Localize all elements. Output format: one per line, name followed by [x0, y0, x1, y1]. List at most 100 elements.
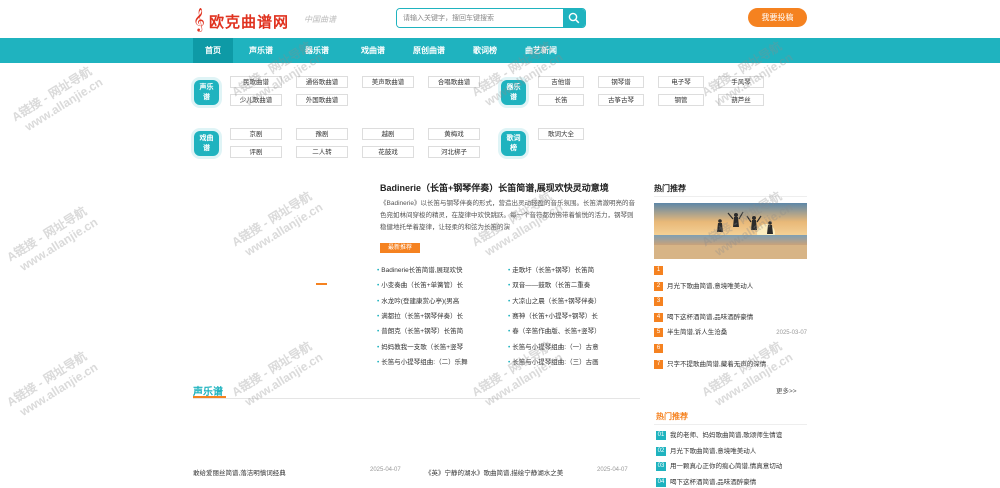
more-link[interactable]: 更多>>: [776, 385, 797, 395]
watermark-url: www.allanjie.cn: [17, 359, 101, 419]
watermark-text: A链接 - 网址导航: [229, 189, 315, 250]
hot2-item[interactable]: 04 喝下这杯酒简谱,品味酒醉豪情: [656, 477, 807, 488]
hot-item[interactable]: 1: [654, 266, 807, 276]
featured-list-text: 大凉山之晨（长笛+钢琴伴奏）: [512, 297, 601, 305]
featured-list-item[interactable]: • 长笛与小提琴组曲:（二）乐舞: [377, 358, 492, 368]
hot-item[interactable]: 5 半生简谱,诉人生沧桑 2025-03-07: [654, 328, 807, 338]
category-badge-vocal[interactable]: 声乐谱: [194, 80, 219, 105]
news-item[interactable]: 《英》宁静的湖水》歌曲简谱,描绘宁静湖水之美: [425, 467, 563, 477]
category-badge-opera[interactable]: 戏曲谱: [194, 131, 219, 156]
category-tag[interactable]: 评剧: [230, 146, 282, 158]
section-underline: [193, 396, 226, 398]
category-badge-instrumental[interactable]: 器乐谱: [501, 80, 526, 105]
nav-item[interactable]: 首页: [193, 38, 233, 63]
featured-list-item[interactable]: • 春（辛笛作曲版、长笛+竖琴）: [508, 327, 623, 337]
hot-item[interactable]: 7 只字不提歌曲简谱,藏着无声的深情: [654, 359, 807, 370]
nav-item[interactable]: 歌词榜: [457, 38, 513, 63]
category-tag[interactable]: 豫剧: [296, 128, 348, 140]
rank-badge: 04: [656, 477, 666, 487]
category-tag[interactable]: 越剧: [362, 128, 414, 140]
hot2-item[interactable]: 02 月光下歌曲简谱,意境唯美动人: [656, 446, 807, 457]
featured-list-item[interactable]: • 双音——鼓歌（长笛二重奏: [508, 281, 623, 291]
nav-item[interactable]: 戏曲谱: [345, 38, 401, 63]
watermark: A链接 - 网址导航 www.allanjie.cn: [4, 202, 100, 278]
watermark: A链接 - 网址导航 www.allanjie.cn: [229, 337, 325, 413]
featured-list-item[interactable]: • 大凉山之晨（长笛+钢琴伴奏）: [508, 297, 623, 307]
news-item[interactable]: 敢给爱丽丝简谱,落洁明慎词经典: [193, 467, 286, 477]
hot-image[interactable]: [654, 203, 807, 259]
nav-item[interactable]: 曲艺新闻: [513, 38, 569, 63]
bullet-icon: •: [508, 328, 511, 336]
hot-title: 热门推荐: [654, 184, 686, 193]
featured-list-item[interactable]: • 水龙吟(登建康赏心亭)(男高: [377, 297, 492, 307]
featured-list-item[interactable]: • 赛神（长笛+小提琴+钢琴）长: [508, 312, 623, 322]
treble-clef-icon: 𝄞: [193, 7, 205, 31]
site-logo[interactable]: 𝄞 欧克曲谱网 中国曲谱: [193, 7, 393, 31]
category-tag[interactable]: 钢琴谱: [598, 76, 644, 88]
publish-button[interactable]: 我要投稿: [748, 8, 807, 27]
category-tag[interactable]: 外国歌曲谱: [296, 94, 348, 106]
category-tag[interactable]: 民歌曲谱: [230, 76, 282, 88]
category-tag[interactable]: 河北梆子: [428, 146, 480, 158]
hot-item[interactable]: 2 月光下歌曲简谱,意境唯美动人: [654, 281, 807, 292]
category-tag[interactable]: 少儿歌曲谱: [230, 94, 282, 106]
slider-indicator[interactable]: [316, 283, 327, 285]
watermark-url: www.allanjie.cn: [242, 199, 326, 259]
search-input[interactable]: [397, 9, 562, 27]
featured-list-item[interactable]: • 长笛与小提琴组曲:（三）古画: [508, 358, 623, 368]
category-tag[interactable]: 黄梅戏: [428, 128, 480, 140]
category-tag[interactable]: 花鼓戏: [362, 146, 414, 158]
featured-list-text: 妈妈教我一支歌（长笛+竖琴: [381, 343, 464, 351]
watermark-text: A链接 - 网址导航: [4, 204, 90, 265]
rank-badge: 7: [654, 359, 663, 369]
hot2-item-text: 月光下歌曲简谱,意境唯美动人: [670, 447, 757, 455]
search-box: [396, 8, 586, 28]
category-label: 声乐: [199, 83, 214, 91]
featured-list-item[interactable]: • 妈妈教我一支歌（长笛+竖琴: [377, 343, 492, 353]
category-label: 歌词: [506, 134, 521, 142]
watermark-url: www.allanjie.cn: [242, 349, 326, 409]
hot-item[interactable]: 3: [654, 297, 807, 307]
featured-list-item[interactable]: • 普朗克（长笛+钢琴）长笛简: [377, 327, 492, 337]
featured-list-item[interactable]: • 小变奏曲（长笛+单簧管）长: [377, 281, 492, 291]
nav-item[interactable]: 器乐谱: [289, 38, 345, 63]
featured-list-text: 走歌圩（长笛+钢琴）长笛简: [512, 267, 595, 274]
news-date: 2025-04-07: [370, 467, 401, 473]
nav-item[interactable]: 原创曲谱: [401, 38, 457, 63]
nav-item[interactable]: 声乐谱: [233, 38, 289, 63]
category-tag[interactable]: 二人转: [296, 146, 348, 158]
featured-title[interactable]: Badinerie（长笛+钢琴伴奏）长笛简谱,展现欢快灵动意境: [380, 181, 609, 194]
featured-list-item[interactable]: • 走歌圩（长笛+钢琴）长笛简: [508, 266, 623, 276]
site-slogan: 中国曲谱: [304, 15, 336, 24]
category-tag[interactable]: 葫芦丝: [718, 94, 764, 106]
beach-photo-icon: [654, 203, 807, 259]
category-tag[interactable]: 美声歌曲谱: [362, 76, 414, 88]
hot-item[interactable]: 6: [654, 344, 807, 354]
category-tag[interactable]: 长笛: [538, 94, 584, 106]
category-tag[interactable]: 古筝古琴: [598, 94, 644, 106]
featured-list-item[interactable]: • Badinerie长笛简谱,展现欢快: [377, 266, 492, 276]
main-nav: 首页 声乐谱 器乐谱 戏曲谱 原创曲谱 歌词榜 曲艺新闻: [0, 38, 1000, 63]
category-tag[interactable]: 通俗歌曲谱: [296, 76, 348, 88]
category-badge-lyrics[interactable]: 歌词榜: [501, 131, 526, 156]
category-tag[interactable]: 吉他谱: [538, 76, 584, 88]
category-tag[interactable]: 电子琴: [658, 76, 704, 88]
hot2-item[interactable]: 03 用一颗真心正你的痴心简谱,情真意切动: [656, 462, 807, 472]
search-button[interactable]: [563, 9, 585, 27]
category-tag[interactable]: 歌词大全: [538, 128, 584, 140]
featured-list-item[interactable]: • 长笛与小提琴组曲:（一）古意: [508, 343, 623, 353]
watermark-url: www.allanjie.cn: [22, 74, 106, 134]
category-tag[interactable]: 钢管: [658, 94, 704, 106]
divider: [654, 196, 807, 197]
hot2-item[interactable]: 01 我的老师、妈妈歌曲简谱,歌颂师生情谊: [656, 431, 807, 441]
hot-item[interactable]: 4 喝下这杯酒简谱,品味酒醉豪情: [654, 312, 807, 323]
category-label-suffix: 谱: [203, 93, 210, 101]
category-tag[interactable]: 手风琴: [718, 76, 764, 88]
featured-list-item[interactable]: • 满都拉（长笛+钢琴伴奏）长: [377, 312, 492, 322]
rank-badge: 5: [654, 328, 663, 338]
featured-list-text: 双音——鼓歌（长笛二重奏: [512, 282, 591, 290]
category-tag[interactable]: 合唱歌曲谱: [428, 76, 480, 88]
bullet-icon: •: [377, 297, 380, 305]
category-tag[interactable]: 京剧: [230, 128, 282, 140]
hot-item-text: 半生简谱,诉人生沧桑: [667, 329, 728, 337]
